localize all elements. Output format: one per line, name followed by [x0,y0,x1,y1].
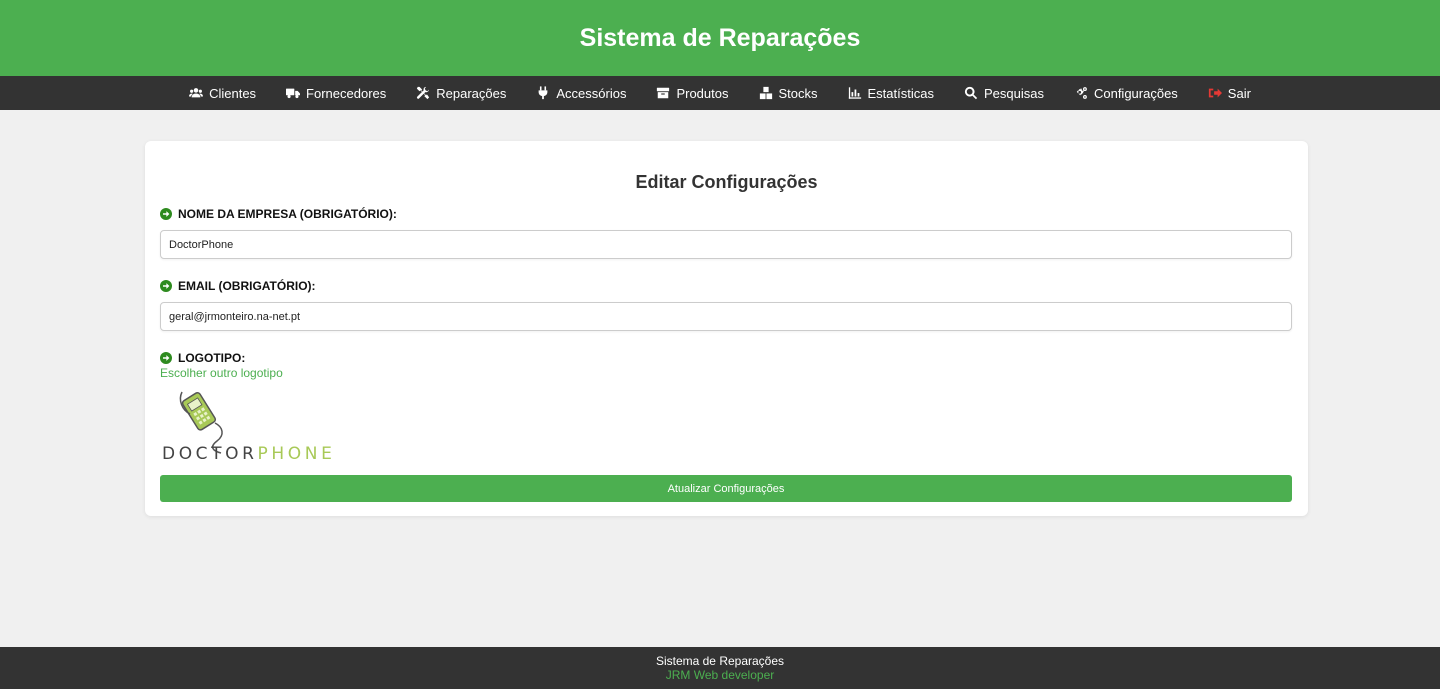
footer-app-name: Sistema de Reparações [655,654,785,668]
nav-item-accessorios[interactable]: Accessórios [536,86,626,101]
nav-item-label: Produtos [676,85,729,101]
nav-item-produtos[interactable]: Produtos [656,85,729,101]
arrow-circle-right-icon [160,208,172,220]
plug-icon [539,86,548,100]
nav-item-label: Estatísticas [867,85,934,101]
nav-item-sair[interactable]: Sair [1208,86,1251,101]
arrow-circle-right-icon [160,352,172,364]
logo-label: LOGOTIPO: [160,350,1293,366]
choose-logo-link[interactable]: Escolher outro logotipo [160,366,1293,380]
nav-item-pesquisas[interactable]: Pesquisas [964,86,1044,101]
company-name-input[interactable] [160,230,1292,259]
company-name-label: NOME DA EMPRESA (OBRIGATÓRIO): [160,206,1293,222]
app-footer: Sistema de Reparações JRM Web developer [0,647,1440,689]
nav-item-fornecedores[interactable]: Fornecedores [286,86,386,101]
nav-item-estatisticas[interactable]: Estatísticas [848,86,934,101]
app-title: Sistema de Reparações [579,23,861,52]
nav-item-stocks[interactable]: Stocks [759,86,818,101]
chart-icon [848,87,861,99]
nav-item-configuracoes[interactable]: Configurações [1074,86,1178,101]
tools-icon [417,86,430,100]
boxes-icon [759,86,772,100]
footer-developer-link[interactable]: JRM Web developer [0,668,1440,682]
arrow-circle-right-icon [160,280,172,292]
nav-item-label: Clientes [209,85,257,101]
company-logo[interactable]: DOCTORPHONE [160,388,355,466]
nav-item-label: Sair [1227,85,1251,101]
cogs-icon [1075,87,1087,99]
form-title: Editar Configurações [635,172,818,192]
logo-text-phone: PHONE [258,444,336,464]
box-icon [657,87,670,99]
nav-item-label: Configurações [1093,85,1178,101]
nav-item-clientes[interactable]: Clientes [189,86,256,101]
nav-item-reparacoes[interactable]: Reparações [416,86,506,101]
users-icon [189,88,204,98]
nav-item-label: Stocks [778,85,818,101]
app-header: Sistema de Reparações [0,0,1440,76]
settings-card: Editar Configurações NOME DA EMPRESA (OB… [145,141,1308,516]
nav-item-label: Reparações [436,85,507,101]
sign-out-icon [1208,88,1222,98]
svg-text:DOCTORPHONE: DOCTORPHONE [162,444,335,464]
main-nav: Clientes Fornecedores Reparações Accessó… [0,76,1440,110]
update-settings-button[interactable]: Atualizar Configurações [160,475,1292,502]
nav-item-label: Accessórios [556,85,627,101]
truck-icon [286,88,301,99]
search-icon [964,86,978,100]
email-label: EMAIL (OBRIGATÓRIO): [160,278,1293,294]
logo-text-doctor: DOCTOR [162,444,258,464]
nav-item-label: Pesquisas [983,85,1044,101]
nav-item-label: Fornecedores [306,85,387,101]
email-input[interactable] [160,302,1292,331]
